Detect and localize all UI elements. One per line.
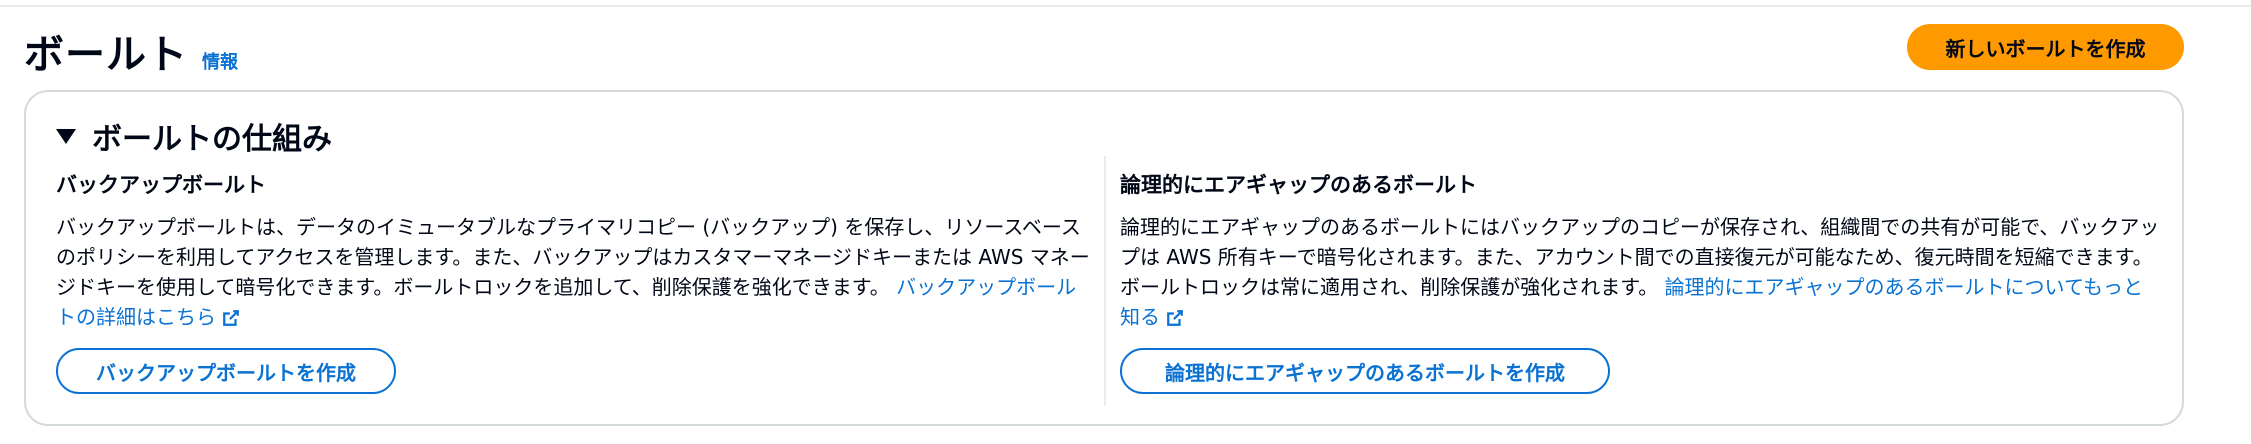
create-vault-button[interactable]: 新しいボールトを作成 bbox=[1907, 24, 2184, 70]
top-divider bbox=[0, 5, 2251, 7]
caret-down-icon bbox=[56, 128, 76, 144]
air-gapped-vault-heading: 論理的にエアギャップのあるボールト bbox=[1120, 173, 1477, 197]
create-backup-vault-button[interactable]: バックアップボールトを作成 bbox=[56, 348, 396, 394]
how-vaults-work-panel: ボールトの仕組み バックアップボールト バックアップボールトは、データのイミュー… bbox=[24, 90, 2184, 426]
air-gapped-vault-column: 論理的にエアギャップのあるボールト 論理的にエアギャップのあるボールトにはバック… bbox=[1120, 170, 2160, 332]
backup-vault-description: バックアップボールトは、データのイミュータブルなプライマリコピー (バックアップ… bbox=[56, 212, 1096, 332]
page-title: ボールト bbox=[24, 32, 188, 78]
info-link[interactable]: 情報 bbox=[202, 48, 238, 74]
backup-vault-heading: バックアップボールト bbox=[56, 173, 266, 197]
column-divider bbox=[1104, 156, 1106, 406]
panel-expand-toggle[interactable]: ボールトの仕組み bbox=[56, 114, 332, 158]
create-air-gapped-vault-button[interactable]: 論理的にエアギャップのあるボールトを作成 bbox=[1120, 348, 1610, 394]
air-gapped-vault-description: 論理的にエアギャップのあるボールトにはバックアップのコピーが保存され、組織間での… bbox=[1120, 212, 2160, 332]
external-link-icon bbox=[223, 310, 239, 326]
panel-title: ボールトの仕組み bbox=[92, 122, 332, 157]
external-link-icon bbox=[1167, 310, 1183, 326]
page-header: ボールト 情報 bbox=[24, 22, 238, 80]
backup-vault-column: バックアップボールト バックアップボールトは、データのイミュータブルなプライマリ… bbox=[56, 170, 1096, 332]
